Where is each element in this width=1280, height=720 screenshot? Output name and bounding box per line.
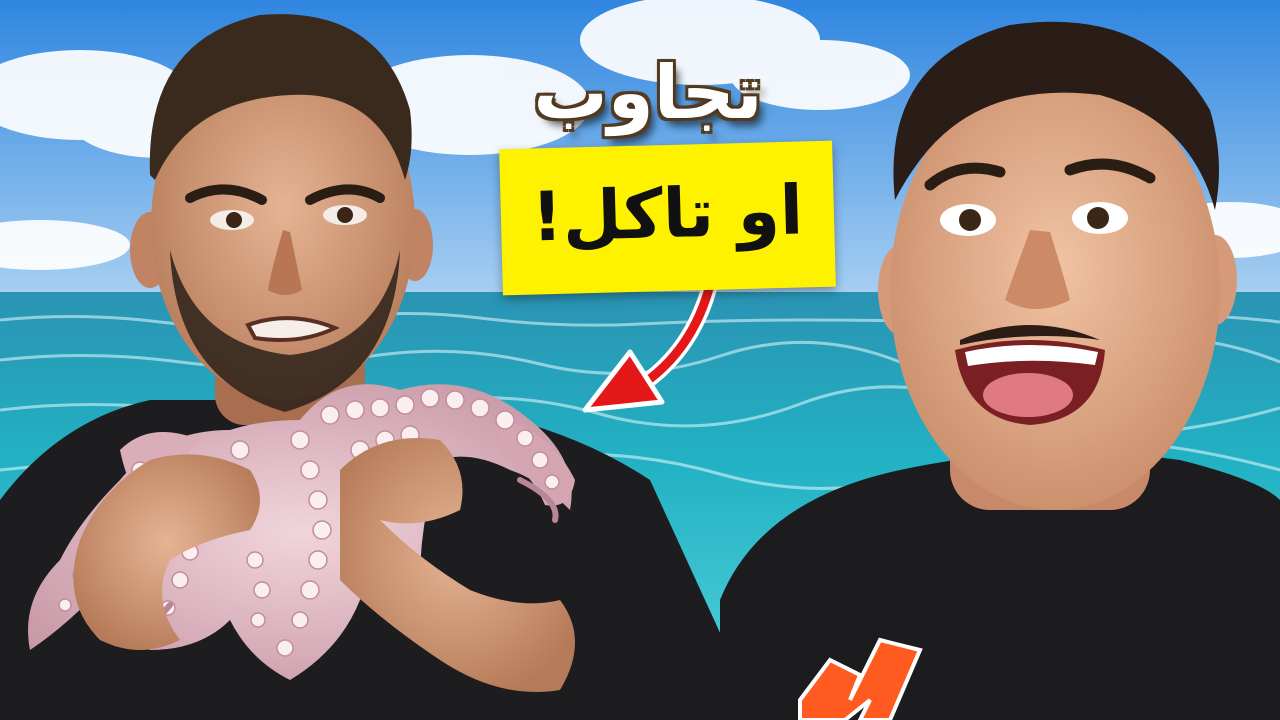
banner-text: او تاكل! <box>530 171 805 258</box>
yellow-banner: او تاكل! <box>499 140 836 296</box>
left-person-pupil <box>226 212 242 228</box>
right-person-pupil <box>1087 207 1109 229</box>
right-person-tongue <box>983 373 1073 417</box>
right-person-pupil <box>959 209 981 231</box>
headline-text: تجاوب <box>533 50 763 136</box>
video-thumbnail: تجاوب او تاكل! <box>0 0 1280 720</box>
left-person-pupil <box>337 207 353 223</box>
